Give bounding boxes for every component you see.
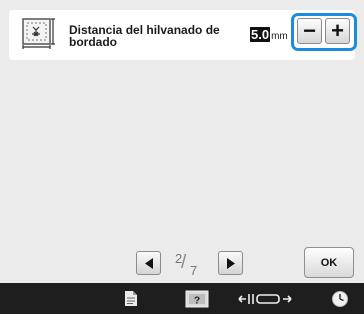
previous-page-button[interactable]	[136, 251, 161, 275]
clock-icon[interactable]	[328, 283, 352, 314]
document-icon[interactable]	[118, 283, 144, 314]
bottom-toolbar: ?	[0, 283, 364, 314]
basting-frame-icon	[19, 16, 59, 54]
setting-label: Distancia del hilvanado de bordado	[69, 24, 239, 48]
value-display: 5.0 mm	[250, 27, 288, 42]
next-page-button[interactable]	[218, 251, 243, 275]
svg-text:?: ?	[194, 295, 200, 306]
frame-move-icon[interactable]	[237, 283, 293, 314]
triangle-right-icon	[227, 258, 235, 269]
ok-button[interactable]: OK	[304, 247, 354, 278]
page-slash: /	[181, 252, 187, 273]
pager: 2 / 7 OK	[0, 243, 364, 283]
basting-distance-value: 5.0	[250, 27, 271, 42]
triangle-left-icon	[145, 258, 153, 269]
frame-help-icon[interactable]: ?	[183, 283, 211, 314]
total-pages: 7	[190, 263, 198, 278]
unit-label: mm	[271, 31, 288, 42]
increase-button[interactable]: +	[325, 18, 350, 44]
decrease-button[interactable]: −	[297, 18, 322, 44]
page-indicator: 2 / 7	[165, 249, 213, 279]
setting-label-line-2: bordado	[69, 35, 117, 49]
